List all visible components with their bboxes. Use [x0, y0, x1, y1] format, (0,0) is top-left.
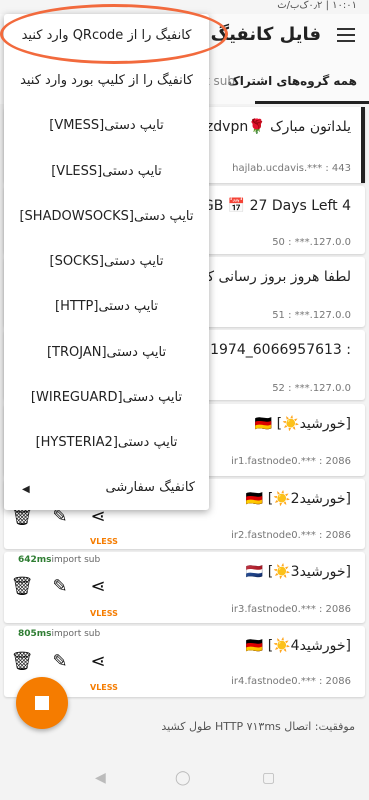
- config-name: : 6066957613_1974: [210, 342, 351, 358]
- config-name: یلداتون مبارک 🌹zdvpn: [205, 119, 351, 135]
- protocol-label: VLESS: [90, 537, 118, 546]
- selected-indicator: [361, 107, 365, 183]
- share-icon[interactable]: ⋖: [88, 576, 108, 597]
- submenu-arrow-icon: ◀: [22, 484, 30, 495]
- hamburger-icon[interactable]: [337, 28, 355, 42]
- ping-result: 805msimport sub: [18, 629, 100, 639]
- system-nav-bar: ◀ ◯ ▢: [0, 760, 369, 800]
- home-icon[interactable]: ◯: [175, 770, 191, 786]
- delete-icon[interactable]: 🗑: [11, 576, 34, 597]
- config-name: لطفا هروز بروز رسانی کنید: [191, 269, 351, 285]
- config-name: [خورشید2☀️] 🇩🇪: [245, 491, 351, 507]
- connection-status: موفقیت: اتصال HTTP ۷۱۳ms طول کشید: [161, 720, 355, 733]
- edit-icon[interactable]: ✎: [50, 651, 70, 672]
- tab-import-sub[interactable]: t sub: [205, 74, 235, 88]
- ping-value: 805ms: [18, 629, 52, 639]
- menu-item-manual-hysteria2[interactable]: تایپ دستی[HYSTERIA2]: [4, 435, 209, 450]
- config-address: 51 : ***.127.0.0: [272, 310, 351, 321]
- protocol-label: VLESS: [90, 609, 118, 618]
- config-address: hajlab.ucdavis.*** : 443: [232, 163, 351, 174]
- menu-item-manual-shadowsocks[interactable]: تایپ دستی[SHADOWSOCKS]: [4, 209, 209, 224]
- config-card[interactable]: 642msimport sub [خورشید3☀️] 🇳🇱 ir3.fastn…: [4, 552, 365, 623]
- menu-item-custom-config[interactable]: کانفیگ سفارشی: [4, 480, 209, 495]
- tab-all-groups[interactable]: همه گروه‌های اشتراک: [228, 74, 358, 88]
- add-config-menu: کانفیگ را از QRcode وارد کنید کانفیگ را …: [4, 14, 209, 510]
- annotation-highlight: [0, 4, 228, 64]
- menu-item-manual-trojan[interactable]: تایپ دستی[TROJAN]: [4, 345, 209, 360]
- menu-item-manual-socks[interactable]: تایپ دستی[SOCKS]: [4, 254, 209, 269]
- menu-item-manual-http[interactable]: تایپ دستی[HTTP]: [4, 299, 209, 314]
- delete-icon[interactable]: 🗑: [11, 651, 34, 672]
- config-name: [خورشید☀️] 🇩🇪: [254, 416, 351, 432]
- config-name: [خورشید4☀️] 🇩🇪: [245, 638, 351, 654]
- recents-icon[interactable]: ▢: [262, 770, 275, 786]
- status-text: ۱۰:۰۱ | ۰٫۲ک‌ب/ث: [277, 0, 357, 11]
- menu-item-import-clipboard[interactable]: کانفیگ را از کلیپ بورد وارد کنید: [4, 73, 209, 88]
- share-icon[interactable]: ⋖: [88, 651, 108, 672]
- config-address: 52 : ***.127.0.0: [272, 383, 351, 394]
- ping-value: 642ms: [18, 555, 52, 565]
- stop-icon: [35, 696, 49, 710]
- stop-button[interactable]: [16, 677, 68, 729]
- config-address: ir1.fastnode0.*** : 2086: [231, 456, 351, 467]
- ping-result: 642msimport sub: [18, 555, 100, 565]
- tab-indicator: [255, 101, 369, 104]
- sub-name: import sub: [51, 555, 101, 565]
- back-icon[interactable]: ◀: [95, 770, 106, 786]
- protocol-label: VLESS: [90, 683, 118, 692]
- config-address: ir3.fastnode0.*** : 2086: [231, 604, 351, 615]
- config-address: 50 : ***.127.0.0: [272, 237, 351, 248]
- config-name: [خورشید3☀️] 🇳🇱: [245, 564, 351, 580]
- menu-item-manual-vless[interactable]: تایپ دستی[VLESS]: [4, 164, 209, 179]
- config-address: ir4.fastnode0.*** : 2086: [231, 676, 351, 687]
- config-name: 4 GB 📅 27 Days Left: [202, 198, 351, 214]
- sub-name: import sub: [51, 629, 101, 639]
- menu-item-manual-wireguard[interactable]: تایپ دستی[WIREGUARD]: [4, 390, 209, 405]
- menu-item-manual-vmess[interactable]: تایپ دستی[VMESS]: [4, 118, 209, 133]
- config-address: ir2.fastnode0.*** : 2086: [231, 530, 351, 541]
- edit-icon[interactable]: ✎: [50, 576, 70, 597]
